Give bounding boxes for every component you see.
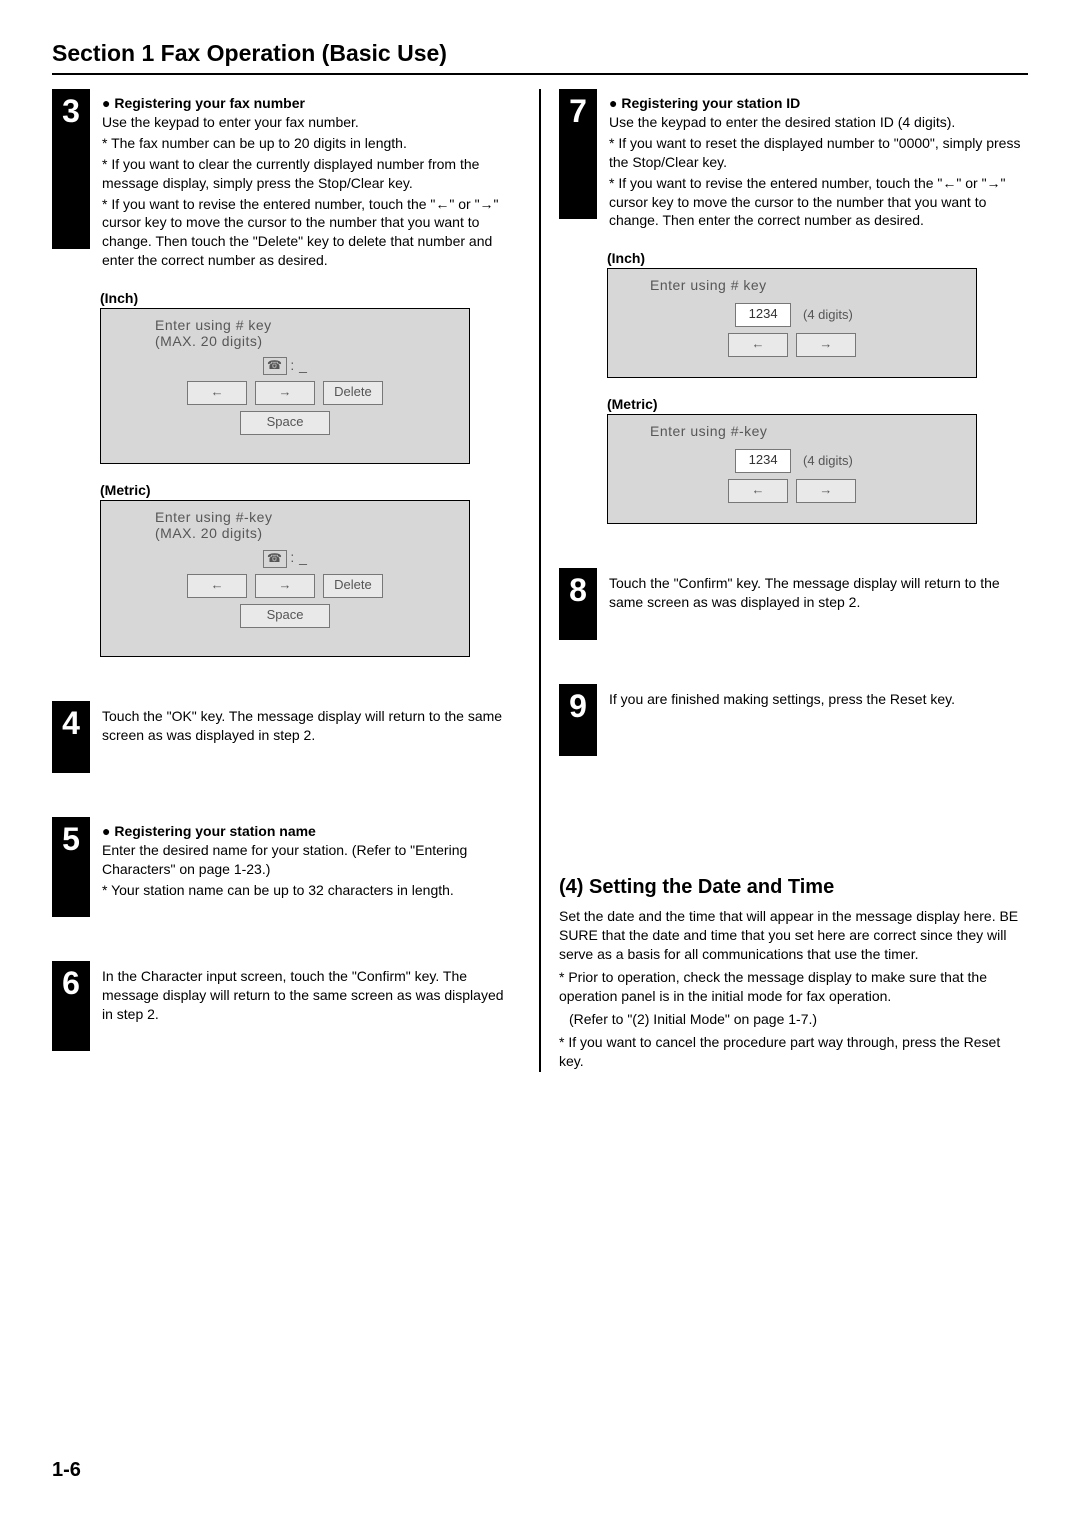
step9-body: If you are finished making settings, pre… bbox=[609, 690, 1024, 709]
step-6: 6 In the Character input screen, touch t… bbox=[52, 961, 521, 1051]
step7-intro: Use the keypad to enter the desired stat… bbox=[609, 113, 1024, 132]
step3-intro: Use the keypad to enter your fax number. bbox=[102, 113, 517, 132]
step7-note1: * If you want to reset the displayed num… bbox=[609, 134, 1024, 172]
arrow-right-button[interactable]: → bbox=[796, 333, 856, 357]
column-divider bbox=[539, 89, 541, 1072]
id-display: 1234 bbox=[735, 449, 791, 473]
ss-line2: (MAX. 20 digits) bbox=[155, 333, 461, 349]
step3-inch-label: (Inch) bbox=[100, 290, 521, 306]
step-number-7: 7 bbox=[559, 89, 597, 219]
input-placeholder: : _ bbox=[290, 357, 307, 373]
ss-line1: Enter using # key bbox=[155, 317, 461, 333]
step-number-9: 9 bbox=[559, 684, 597, 756]
ss-line1: Enter using # key bbox=[650, 277, 968, 293]
input-placeholder: : _ bbox=[290, 549, 307, 565]
arrow-left-button[interactable]: ← bbox=[728, 479, 788, 503]
arrow-left-button[interactable]: ← bbox=[187, 574, 247, 598]
step6-body: In the Character input screen, touch the… bbox=[102, 967, 517, 1024]
step3-note3: * If you want to revise the entered numb… bbox=[102, 195, 517, 271]
ss-line1: Enter using #-key bbox=[155, 509, 461, 525]
arrow-right-button[interactable]: → bbox=[796, 479, 856, 503]
setting-note2: * If you want to cancel the procedure pa… bbox=[559, 1033, 1028, 1071]
ss-line1: Enter using #-key bbox=[650, 423, 968, 439]
step-4: 4 Touch the "OK" key. The message displa… bbox=[52, 701, 521, 773]
id-display: 1234 bbox=[735, 303, 791, 327]
step7-heading: Registering your station ID bbox=[609, 95, 1024, 111]
step7-inch-screenshot: Enter using # key 1234 (4 digits) ← → bbox=[607, 268, 977, 378]
step7-note2: * If you want to revise the entered numb… bbox=[609, 174, 1024, 231]
space-button[interactable]: Space bbox=[240, 604, 330, 628]
step3-inch-screenshot: Enter using # key (MAX. 20 digits) : _ ←… bbox=[100, 308, 470, 464]
arrow-right-button[interactable]: → bbox=[255, 381, 315, 405]
delete-button[interactable]: Delete bbox=[323, 574, 383, 598]
step3-heading: Registering your fax number bbox=[102, 95, 517, 111]
step8-body: Touch the "Confirm" key. The message dis… bbox=[609, 574, 1024, 612]
setting-note1b: (Refer to "(2) Initial Mode" on page 1-7… bbox=[559, 1010, 1028, 1029]
step5-heading: Registering your station name bbox=[102, 823, 517, 839]
arrow-right-button[interactable]: → bbox=[255, 574, 315, 598]
step3-metric-label: (Metric) bbox=[100, 482, 521, 498]
step-3: 3 Registering your fax number Use the ke… bbox=[52, 89, 521, 272]
step7-metric-screenshot: Enter using #-key 1234 (4 digits) ← → bbox=[607, 414, 977, 524]
setting-body: Set the date and the time that will appe… bbox=[559, 907, 1028, 964]
section-title: Section 1 Fax Operation (Basic Use) bbox=[52, 40, 1028, 67]
phone-icon bbox=[263, 357, 287, 375]
left-column: 3 Registering your fax number Use the ke… bbox=[52, 89, 521, 1072]
step7-metric-label: (Metric) bbox=[607, 396, 1028, 412]
step5-body: Enter the desired name for your station.… bbox=[102, 841, 517, 879]
page-number: 1-6 bbox=[52, 1459, 81, 1482]
step7-inch-label: (Inch) bbox=[607, 250, 1028, 266]
phone-icon bbox=[263, 550, 287, 568]
setting-date-time-heading: (4) Setting the Date and Time bbox=[559, 876, 1028, 899]
right-column: 7 Registering your station ID Use the ke… bbox=[559, 89, 1028, 1072]
delete-button[interactable]: Delete bbox=[323, 381, 383, 405]
step3-note1: * The fax number can be up to 20 digits … bbox=[102, 134, 517, 153]
step4-body: Touch the "OK" key. The message display … bbox=[102, 707, 517, 745]
arrow-left-button[interactable]: ← bbox=[728, 333, 788, 357]
space-button[interactable]: Space bbox=[240, 411, 330, 435]
step-number-4: 4 bbox=[52, 701, 90, 773]
ss-line2: (MAX. 20 digits) bbox=[155, 525, 461, 541]
setting-note1: * Prior to operation, check the message … bbox=[559, 968, 1028, 1006]
title-divider bbox=[52, 73, 1028, 75]
step-7: 7 Registering your station ID Use the ke… bbox=[559, 89, 1028, 232]
digits-label: (4 digits) bbox=[803, 453, 853, 468]
arrow-left-button[interactable]: ← bbox=[187, 381, 247, 405]
step5-note1: * Your station name can be up to 32 char… bbox=[102, 881, 517, 900]
step3-metric-screenshot: Enter using #-key (MAX. 20 digits) : _ ←… bbox=[100, 500, 470, 656]
step-8: 8 Touch the "Confirm" key. The message d… bbox=[559, 568, 1028, 640]
step-9: 9 If you are finished making settings, p… bbox=[559, 684, 1028, 756]
step-number-8: 8 bbox=[559, 568, 597, 640]
step3-note2: * If you want to clear the currently dis… bbox=[102, 155, 517, 193]
step-number-5: 5 bbox=[52, 817, 90, 917]
step-number-3: 3 bbox=[52, 89, 90, 249]
step-5: 5 Registering your station name Enter th… bbox=[52, 817, 521, 917]
digits-label: (4 digits) bbox=[803, 307, 853, 322]
step-number-6: 6 bbox=[52, 961, 90, 1051]
